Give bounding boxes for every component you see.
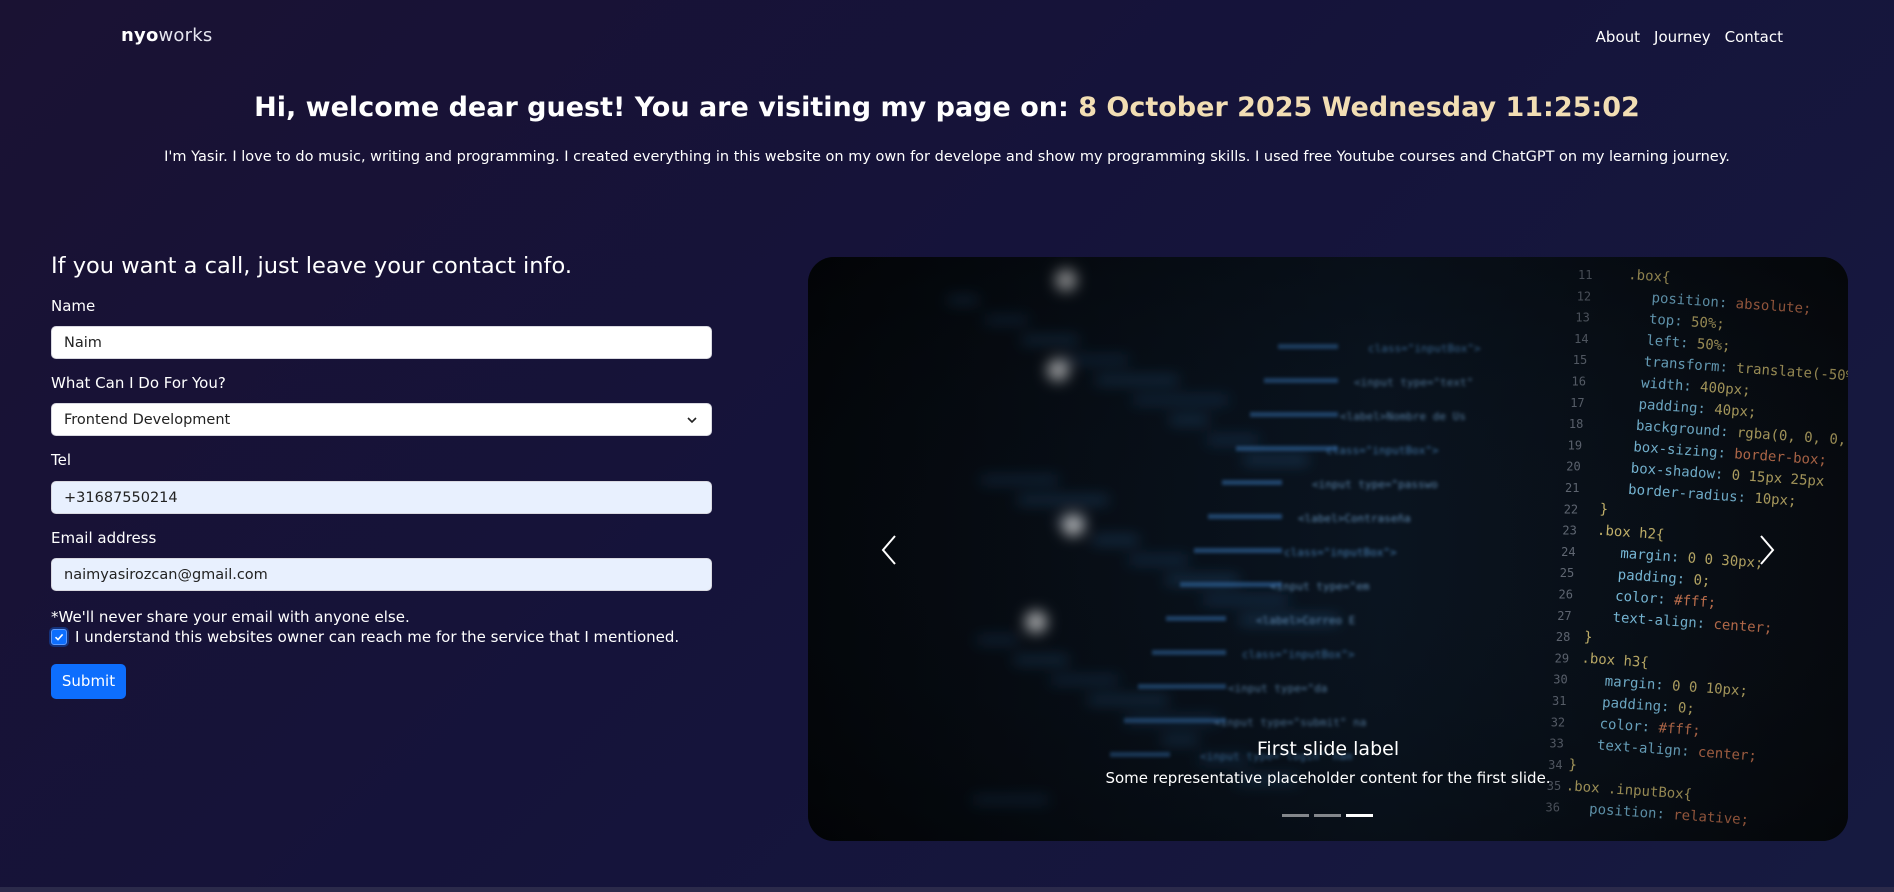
tel-input[interactable]: +31687550214 <box>51 481 712 514</box>
nav-links: About Journey Contact <box>1596 28 1783 46</box>
page-bottom-edge <box>0 887 1894 892</box>
current-datetime: 8 October 2025 Wednesday 11:25:02 <box>1078 92 1640 123</box>
logo-light-text: works <box>158 25 213 46</box>
bio-text: I'm Yasir. I love to do music, writing a… <box>164 149 1730 165</box>
form-heading: If you want a call, just leave your cont… <box>51 253 572 279</box>
welcome-text: Hi, welcome dear guest! You are visiting… <box>254 92 1069 123</box>
consent-label: I understand this websites owner can rea… <box>75 628 680 646</box>
name-input[interactable]: Naim <box>51 326 712 359</box>
tel-label: Tel <box>51 451 72 469</box>
checkmark-icon <box>54 633 64 641</box>
welcome-heading: Hi, welcome dear guest! You are visiting… <box>0 92 1894 123</box>
slide-caption: Some representative placeholder content … <box>1105 769 1551 787</box>
carousel-indicator-2[interactable] <box>1314 814 1341 817</box>
service-select-value: Frontend Development <box>64 412 231 428</box>
chevron-down-icon <box>687 417 697 424</box>
carousel-next-icon[interactable] <box>1755 532 1779 568</box>
nav-link-contact[interactable]: Contact <box>1725 28 1783 46</box>
slide-title: First slide label <box>1256 738 1400 760</box>
email-input[interactable]: naimyasirozcan@gmail.com <box>51 558 712 591</box>
contact-form: If you want a call, just leave your cont… <box>51 253 712 699</box>
service-select[interactable]: Frontend Development <box>51 403 712 436</box>
name-label: Name <box>51 297 96 315</box>
image-carousel: class="inputBox"><input type="text"<labe… <box>808 257 1848 841</box>
nav-link-about[interactable]: About <box>1596 28 1640 46</box>
top-navbar: nyoworks About Journey Contact <box>0 0 1894 74</box>
submit-button[interactable]: Submit <box>51 664 126 699</box>
carousel-prev-icon[interactable] <box>877 532 901 568</box>
site-logo[interactable]: nyoworks <box>121 25 212 46</box>
carousel-indicator-1[interactable] <box>1282 814 1309 817</box>
consent-row: I understand this websites owner can rea… <box>51 628 679 646</box>
carousel-indicator-3[interactable] <box>1346 814 1373 817</box>
logo-bold-text: nyo <box>121 25 159 46</box>
email-label: Email address <box>51 529 157 547</box>
nav-link-journey[interactable]: Journey <box>1654 28 1711 46</box>
consent-checkbox[interactable] <box>51 629 67 645</box>
privacy-note: *We'll never share your email with anyon… <box>51 608 410 626</box>
service-label: What Can I Do For You? <box>51 374 226 392</box>
